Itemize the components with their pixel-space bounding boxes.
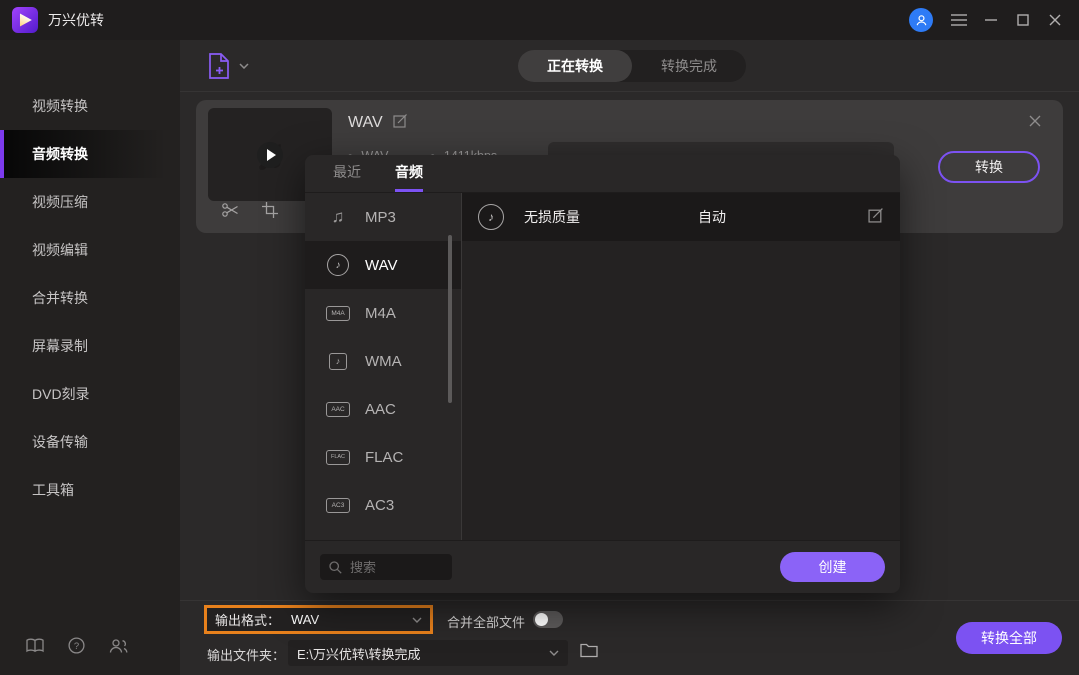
quality-panel: ♪ 无损质量 自动 (462, 193, 900, 540)
tab-recent[interactable]: 最近 (333, 155, 361, 192)
merge-all-label: 合并全部文件 (447, 612, 525, 631)
sidebar: 视频转换 音频转换 视频压缩 视频编辑 合并转换 屏幕录制 DVD刻录 设备传输… (0, 40, 180, 675)
app-logo-icon (12, 7, 38, 33)
output-folder-label: 输出文件夹： (207, 645, 285, 664)
maximize-button[interactable] (1007, 0, 1039, 40)
play-button[interactable] (257, 142, 283, 168)
search-box (320, 554, 452, 580)
browse-folder-button[interactable] (580, 643, 598, 663)
help-icon: ? (68, 637, 85, 654)
disc-note-icon: ♪ (325, 254, 351, 276)
format-item-wav[interactable]: ♪ WAV (305, 241, 461, 289)
file-title: WAV (348, 114, 383, 132)
hamburger-icon (951, 14, 967, 26)
convert-all-button[interactable]: 转换全部 (956, 622, 1062, 654)
conversion-tabs: 正在转换 转换完成 (518, 50, 746, 82)
bottom-bar: 输出格式： WAV 合并全部文件 输出文件夹： E:\万兴优转\转换完成 转换全… (180, 600, 1079, 675)
rename-button[interactable] (393, 113, 408, 133)
sidebar-item-video-convert[interactable]: 视频转换 (0, 82, 180, 130)
tab-finished[interactable]: 转换完成 (632, 50, 746, 82)
output-format-label: 输出格式： (207, 610, 291, 629)
search-input[interactable] (350, 560, 443, 575)
music-note-icon: ♫ (325, 207, 351, 227)
flac-badge-icon: FLAC (325, 450, 351, 465)
aac-badge-icon: AAC (325, 402, 351, 417)
ac3-badge-icon: AC3 (325, 498, 351, 513)
sidebar-item-video-edit[interactable]: 视频编辑 (0, 226, 180, 274)
crop-button[interactable] (262, 202, 278, 223)
search-icon (329, 561, 342, 574)
maximize-icon (1017, 14, 1029, 26)
person-icon (914, 13, 929, 28)
output-format-field[interactable]: 输出格式： WAV (204, 605, 433, 634)
create-button[interactable]: 创建 (780, 552, 885, 582)
sidebar-item-merge-convert[interactable]: 合并转换 (0, 274, 180, 322)
format-item-aac[interactable]: AAC AAC (305, 385, 461, 433)
format-popup-tabs: 最近 音频 (305, 155, 900, 193)
quality-note-icon: ♪ (478, 204, 504, 230)
format-item-mp3[interactable]: ♫ MP3 (305, 193, 461, 241)
output-folder-value: E:\万兴优转\转换完成 (297, 644, 421, 663)
format-item-flac[interactable]: FLAC FLAC (305, 433, 461, 481)
convert-button[interactable]: 转换 (938, 151, 1040, 183)
crop-icon (262, 202, 278, 218)
quality-row[interactable]: ♪ 无损质量 自动 (462, 193, 900, 241)
add-file-icon (208, 52, 231, 80)
remove-file-button[interactable] (1029, 114, 1041, 132)
user-avatar[interactable] (909, 8, 933, 32)
tab-converting[interactable]: 正在转换 (518, 50, 632, 82)
trim-button[interactable] (222, 202, 239, 223)
merge-all-toggle[interactable] (533, 611, 563, 628)
sidebar-item-audio-convert[interactable]: 音频转换 (0, 130, 180, 178)
contact-button[interactable] (109, 638, 128, 659)
svg-text:?: ? (74, 641, 79, 652)
format-popup: 最近 音频 ♫ MP3 ♪ WAV M4A M4A ♪ WMA (305, 155, 900, 593)
tab-audio[interactable]: 音频 (395, 155, 423, 192)
play-icon (267, 149, 276, 161)
format-popup-footer: 创建 (305, 540, 900, 593)
quality-edit-button[interactable] (868, 207, 884, 228)
output-format-value: WAV (291, 612, 319, 627)
minimize-icon (985, 14, 997, 26)
quality-name: 无损质量 (524, 207, 580, 227)
format-list-scrollbar[interactable] (448, 235, 452, 403)
chevron-down-icon (239, 63, 249, 69)
manual-button[interactable] (26, 638, 44, 658)
edit-icon (393, 113, 408, 128)
main-toolbar: 正在转换 转换完成 (180, 40, 1079, 92)
m4a-badge-icon: M4A (325, 306, 351, 321)
format-item-wma[interactable]: ♪ WMA (305, 337, 461, 385)
quality-value: 自动 (698, 207, 726, 227)
sidebar-item-device-transfer[interactable]: 设备传输 (0, 418, 180, 466)
minimize-button[interactable] (975, 0, 1007, 40)
app-window: 万兴优转 (0, 0, 1079, 675)
book-icon (26, 638, 44, 653)
chevron-down-icon (549, 650, 559, 656)
scissors-icon (222, 202, 239, 218)
format-item-m4a[interactable]: M4A M4A (305, 289, 461, 337)
menu-button[interactable] (943, 0, 975, 40)
sidebar-item-toolbox[interactable]: 工具箱 (0, 466, 180, 514)
titlebar: 万兴优转 (0, 0, 1079, 40)
chevron-down-icon (412, 617, 422, 623)
sidebar-item-dvd-burn[interactable]: DVD刻录 (0, 370, 180, 418)
format-list: ♫ MP3 ♪ WAV M4A M4A ♪ WMA AAC AAC (305, 193, 462, 540)
sidebar-item-video-compress[interactable]: 视频压缩 (0, 178, 180, 226)
note-box-icon: ♪ (325, 353, 351, 370)
folder-icon (580, 643, 598, 658)
app-title: 万兴优转 (48, 0, 104, 40)
toggle-knob (535, 613, 548, 626)
people-icon (109, 638, 128, 654)
close-icon (1029, 115, 1041, 127)
sidebar-item-screen-record[interactable]: 屏幕录制 (0, 322, 180, 370)
format-item-ac3[interactable]: AC3 AC3 (305, 481, 461, 529)
close-window-button[interactable] (1039, 0, 1071, 40)
edit-icon (868, 207, 884, 223)
close-icon (1049, 14, 1061, 26)
help-button[interactable]: ? (68, 637, 85, 659)
output-folder-dropdown[interactable]: E:\万兴优转\转换完成 (288, 640, 568, 666)
add-file-button[interactable] (208, 52, 249, 80)
